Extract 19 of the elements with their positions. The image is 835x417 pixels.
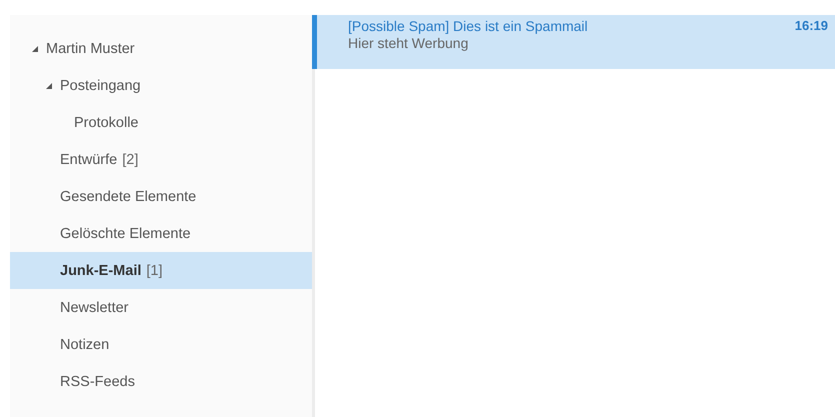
message-preview: Hier steht Werbung: [348, 35, 470, 51]
message-time: 16:19: [794, 18, 828, 34]
folder-label: Junk-E-Mail: [60, 262, 142, 278]
folder-label[interactable]: Notizen: [60, 336, 110, 352]
message-item[interactable]: [Possible Spam] Dies ist ein Spammail 16:19 Hier steht Werbung: [312, 15, 835, 69]
folder-label[interactable]: RSS-Feeds: [60, 374, 135, 390]
expanded-arrow-icon[interactable]: [46, 82, 52, 88]
folder-label[interactable]: Newsletter: [60, 300, 128, 316]
folder-label[interactable]: Gelöschte Elemente: [60, 226, 191, 242]
folder-label[interactable]: Posteingang: [60, 78, 141, 94]
unread-count: [2]: [122, 152, 138, 168]
folder-item[interactable]: Junk-E-Mail [1]: [10, 252, 312, 289]
message-subject: [Possible Spam] Dies ist ein Spammail: [348, 18, 588, 34]
folder-label[interactable]: Gesendete Elemente: [60, 188, 196, 204]
folder-label[interactable]: Martin Muster: [46, 40, 135, 56]
unread-count: [1]: [146, 262, 162, 278]
folder-label[interactable]: Protokolle: [74, 114, 138, 130]
folder-label[interactable]: Entwürfe: [60, 152, 118, 168]
expanded-arrow-icon[interactable]: [32, 46, 38, 52]
